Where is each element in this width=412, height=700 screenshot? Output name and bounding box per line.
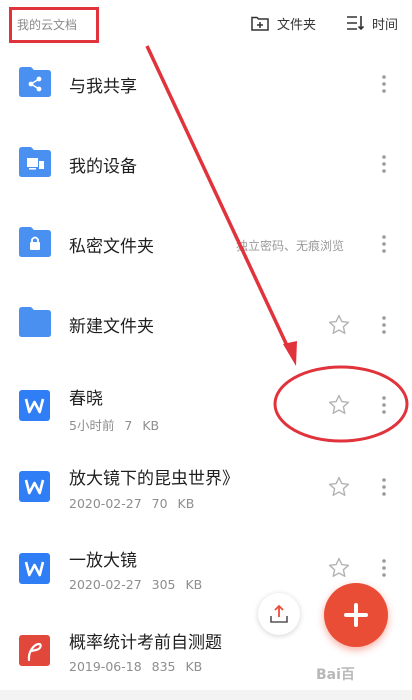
star-icon[interactable]	[328, 557, 350, 579]
item-meta: 5小时前 7 KB	[69, 418, 160, 433]
upload-icon	[270, 604, 288, 623]
star-icon[interactable]	[328, 314, 350, 336]
word-doc-icon	[19, 471, 50, 502]
star-icon[interactable]	[328, 394, 350, 416]
item-name: 放大镜下的昆虫世界》	[69, 469, 239, 489]
item-name: 概率统计考前自测题	[69, 633, 222, 653]
private-folder-hint: 独立密码、无痕浏览	[236, 239, 345, 253]
more-icon[interactable]	[381, 478, 387, 496]
list-item[interactable]: 与我共享	[0, 43, 412, 123]
item-name: 新建文件夹	[69, 317, 154, 337]
more-icon[interactable]	[381, 396, 387, 414]
item-name: 春晓	[69, 389, 103, 409]
item-meta: 2020-02-27 70 KB	[69, 496, 195, 511]
add-fab-button[interactable]	[324, 583, 388, 647]
folder-icon	[19, 307, 51, 337]
folder-add-icon	[251, 16, 269, 31]
star-icon[interactable]	[328, 476, 350, 498]
item-name: 与我共享	[69, 77, 137, 97]
new-folder-label: 文件夹	[277, 17, 317, 33]
device-folder-icon	[19, 147, 51, 177]
system-nav-bar	[0, 690, 412, 700]
more-icon[interactable]	[381, 559, 387, 577]
more-icon[interactable]	[381, 75, 387, 93]
list-item[interactable]: 我的设备	[0, 123, 412, 203]
item-meta: 2020-02-27 305 KB	[69, 577, 203, 592]
sort-by-time-button[interactable]: 时间	[346, 12, 398, 34]
top-bar: 我的云文档 文件夹 时间	[0, 0, 412, 46]
word-doc-icon	[19, 553, 50, 584]
locked-folder-icon	[19, 227, 51, 257]
word-doc-icon	[19, 390, 50, 421]
watermark: Bai百	[316, 667, 355, 683]
new-folder-button[interactable]: 文件夹	[251, 12, 316, 34]
list-item[interactable]: 放大镜下的昆虫世界》 2020-02-27 70 KB	[0, 443, 412, 523]
shared-folder-icon	[19, 67, 51, 97]
item-name: 一放大镜	[69, 551, 137, 571]
list-item[interactable]: 春晓 5小时前 7 KB	[0, 363, 412, 443]
sort-label: 时间	[372, 17, 399, 33]
item-name: 我的设备	[69, 157, 137, 177]
pdf-doc-icon	[19, 635, 50, 666]
item-meta: 2019-06-18 835 KB	[69, 659, 203, 674]
sort-icon	[347, 16, 364, 31]
list-item[interactable]: 新建文件夹	[0, 283, 412, 363]
list-item[interactable]: 私密文件夹 独立密码、无痕浏览	[0, 203, 412, 283]
breadcrumb[interactable]: 我的云文档	[9, 7, 99, 43]
item-name: 私密文件夹	[69, 237, 154, 257]
more-icon[interactable]	[381, 155, 387, 173]
more-icon[interactable]	[381, 235, 387, 253]
upload-button[interactable]	[258, 593, 300, 635]
more-icon[interactable]	[381, 316, 387, 334]
